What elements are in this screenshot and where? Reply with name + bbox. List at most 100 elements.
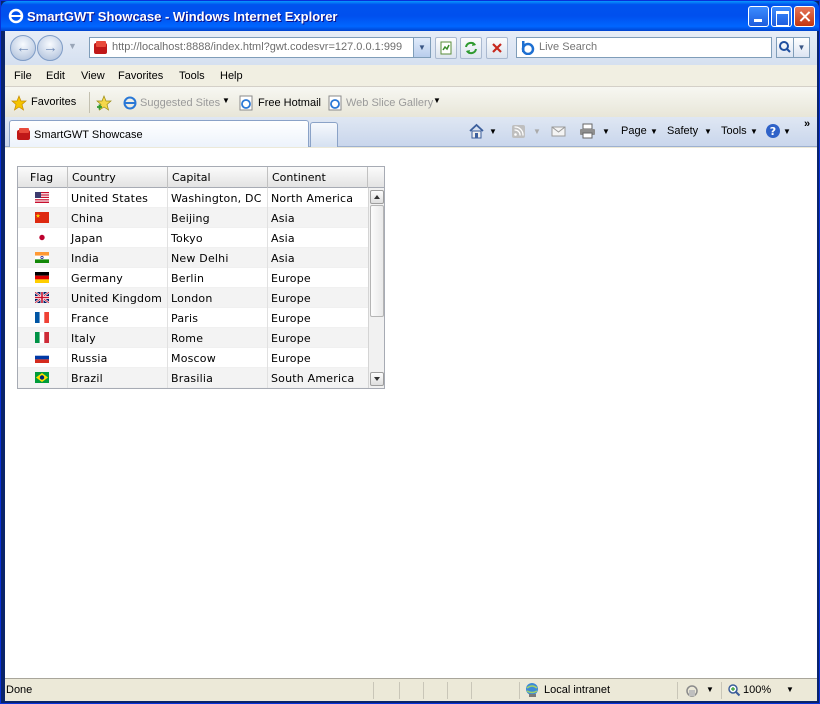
recent-pages-dropdown-icon[interactable]: ▼ <box>68 41 77 51</box>
column-header-flag[interactable]: Flag <box>18 167 68 188</box>
safety-menu-button[interactable]: Safety <box>667 125 698 137</box>
flag-cell <box>18 208 68 228</box>
maximize-button[interactable] <box>771 6 792 27</box>
suggested-sites-link[interactable]: Suggested Sites <box>140 97 220 109</box>
flag-cell <box>18 268 68 288</box>
scroll-thumb[interactable] <box>370 205 384 317</box>
favorites-button[interactable]: Favorites <box>31 96 76 108</box>
feeds-dropdown-icon[interactable]: ▼ <box>533 127 541 136</box>
stop-button[interactable] <box>486 37 508 59</box>
address-field[interactable]: http://localhost:8888/index.html?gwt.cod… <box>89 37 431 58</box>
ie-icon <box>8 8 24 24</box>
country-cell: Brazil <box>68 368 168 388</box>
table-row[interactable]: Italy Rome Europe <box>18 328 368 348</box>
table-row[interactable]: China Beijing Asia <box>18 208 368 228</box>
compatibility-view-button[interactable] <box>435 37 457 59</box>
refresh-button[interactable] <box>460 37 482 59</box>
search-input[interactable] <box>539 41 759 53</box>
flag-in-icon <box>35 252 49 263</box>
flag-gb-icon <box>35 292 49 303</box>
grid-scrollbar[interactable] <box>368 188 384 388</box>
feeds-icon[interactable] <box>510 123 527 139</box>
title-bar[interactable]: SmartGWT Showcase - Windows Internet Exp… <box>1 1 819 31</box>
home-dropdown-icon[interactable]: ▼ <box>489 127 497 136</box>
search-options-dropdown-icon[interactable]: ▼ <box>794 37 810 58</box>
ie-page-icon <box>239 95 253 111</box>
table-row[interactable]: Russia Moscow Europe <box>18 348 368 368</box>
status-pane <box>447 682 448 699</box>
country-cell: Japan <box>68 228 168 248</box>
read-mail-icon[interactable] <box>550 123 567 139</box>
print-icon[interactable] <box>579 123 596 139</box>
menu-tools[interactable]: Tools <box>179 70 205 82</box>
free-hotmail-link[interactable]: Free Hotmail <box>258 97 321 109</box>
print-dropdown-icon[interactable]: ▼ <box>602 127 610 136</box>
table-row[interactable]: United Kingdom London Europe <box>18 288 368 308</box>
new-tab-button[interactable] <box>310 122 338 147</box>
zoom-level[interactable]: 100% <box>743 684 771 696</box>
tab-smartgwt-showcase[interactable]: SmartGWT Showcase <box>9 120 309 147</box>
flag-us-icon <box>35 192 49 203</box>
flag-fr-icon <box>35 312 49 323</box>
capital-cell: New Delhi <box>168 248 268 268</box>
page-menu-button[interactable]: Page <box>621 125 647 137</box>
countries-grid: Flag Country Capital Continent United St… <box>17 166 385 389</box>
table-row[interactable]: India New Delhi Asia <box>18 248 368 268</box>
tab-label: SmartGWT Showcase <box>34 129 143 141</box>
security-zone-text[interactable]: Local intranet <box>544 684 610 696</box>
menu-file[interactable]: File <box>14 70 32 82</box>
column-header-country[interactable]: Country <box>68 167 168 188</box>
table-row[interactable]: United States Washington, DC North America <box>18 188 368 208</box>
web-slice-dropdown-icon[interactable]: ▼ <box>433 96 441 105</box>
status-pane <box>721 682 722 699</box>
menu-view[interactable]: View <box>81 70 105 82</box>
column-header-continent[interactable]: Continent <box>268 167 368 188</box>
zoom-dropdown-icon[interactable]: ▼ <box>786 685 794 694</box>
capital-cell: Paris <box>168 308 268 328</box>
home-icon[interactable] <box>468 123 485 139</box>
protected-mode-dropdown-icon[interactable]: ▼ <box>706 685 714 694</box>
capital-cell: Brasilia <box>168 368 268 388</box>
help-icon[interactable]: ? <box>765 123 782 139</box>
address-dropdown-icon[interactable]: ▼ <box>413 38 430 57</box>
suggested-sites-dropdown-icon[interactable]: ▼ <box>222 96 230 105</box>
back-button[interactable]: ← <box>10 35 36 61</box>
search-button[interactable] <box>776 37 794 58</box>
table-row[interactable]: France Paris Europe <box>18 308 368 328</box>
forward-button[interactable]: → <box>37 35 63 61</box>
more-commands-chevron-icon[interactable]: » <box>804 118 810 130</box>
continent-cell: Asia <box>271 212 295 225</box>
add-to-favorites-icon[interactable] <box>96 95 112 111</box>
menu-help[interactable]: Help <box>220 70 243 82</box>
table-row[interactable]: Germany Berlin Europe <box>18 268 368 288</box>
country-cell: France <box>68 308 168 328</box>
tools-menu-button[interactable]: Tools <box>721 125 747 137</box>
menu-edit[interactable]: Edit <box>46 70 65 82</box>
scroll-up-button[interactable] <box>370 190 384 204</box>
table-row[interactable]: Brazil Brasilia South America <box>18 368 368 388</box>
page-viewport: Flag Country Capital Continent United St… <box>5 148 817 678</box>
protected-mode-icon[interactable] <box>684 683 700 698</box>
country-cell: Italy <box>68 328 168 348</box>
live-search-icon <box>521 41 535 55</box>
country-cell: India <box>68 248 168 268</box>
safety-dropdown-icon: ▼ <box>704 127 712 136</box>
help-dropdown-icon[interactable]: ▼ <box>783 127 791 136</box>
zoom-magnifier-icon[interactable] <box>727 683 741 697</box>
favorites-star-icon <box>11 95 27 111</box>
address-toolbar: ← → ▼ http://localhost:8888/index.html?g… <box>5 31 817 65</box>
scroll-down-button[interactable] <box>370 372 384 386</box>
country-cell: Russia <box>68 348 168 368</box>
country-cell: Germany <box>68 268 168 288</box>
menu-favorites[interactable]: Favorites <box>118 70 163 82</box>
web-slice-gallery-link[interactable]: Web Slice Gallery <box>346 97 433 109</box>
table-row[interactable]: Japan Tokyo Asia <box>18 228 368 248</box>
search-field[interactable] <box>516 37 772 58</box>
close-button[interactable] <box>794 6 815 27</box>
column-header-capital[interactable]: Capital <box>168 167 268 188</box>
minimize-button[interactable] <box>748 6 769 27</box>
tab-bar: SmartGWT Showcase ▼ ▼ ▼ Page ▼ Safety ▼ … <box>5 117 817 147</box>
flag-jp-icon <box>35 232 49 243</box>
refresh-icon <box>465 41 477 55</box>
status-pane <box>471 682 472 699</box>
